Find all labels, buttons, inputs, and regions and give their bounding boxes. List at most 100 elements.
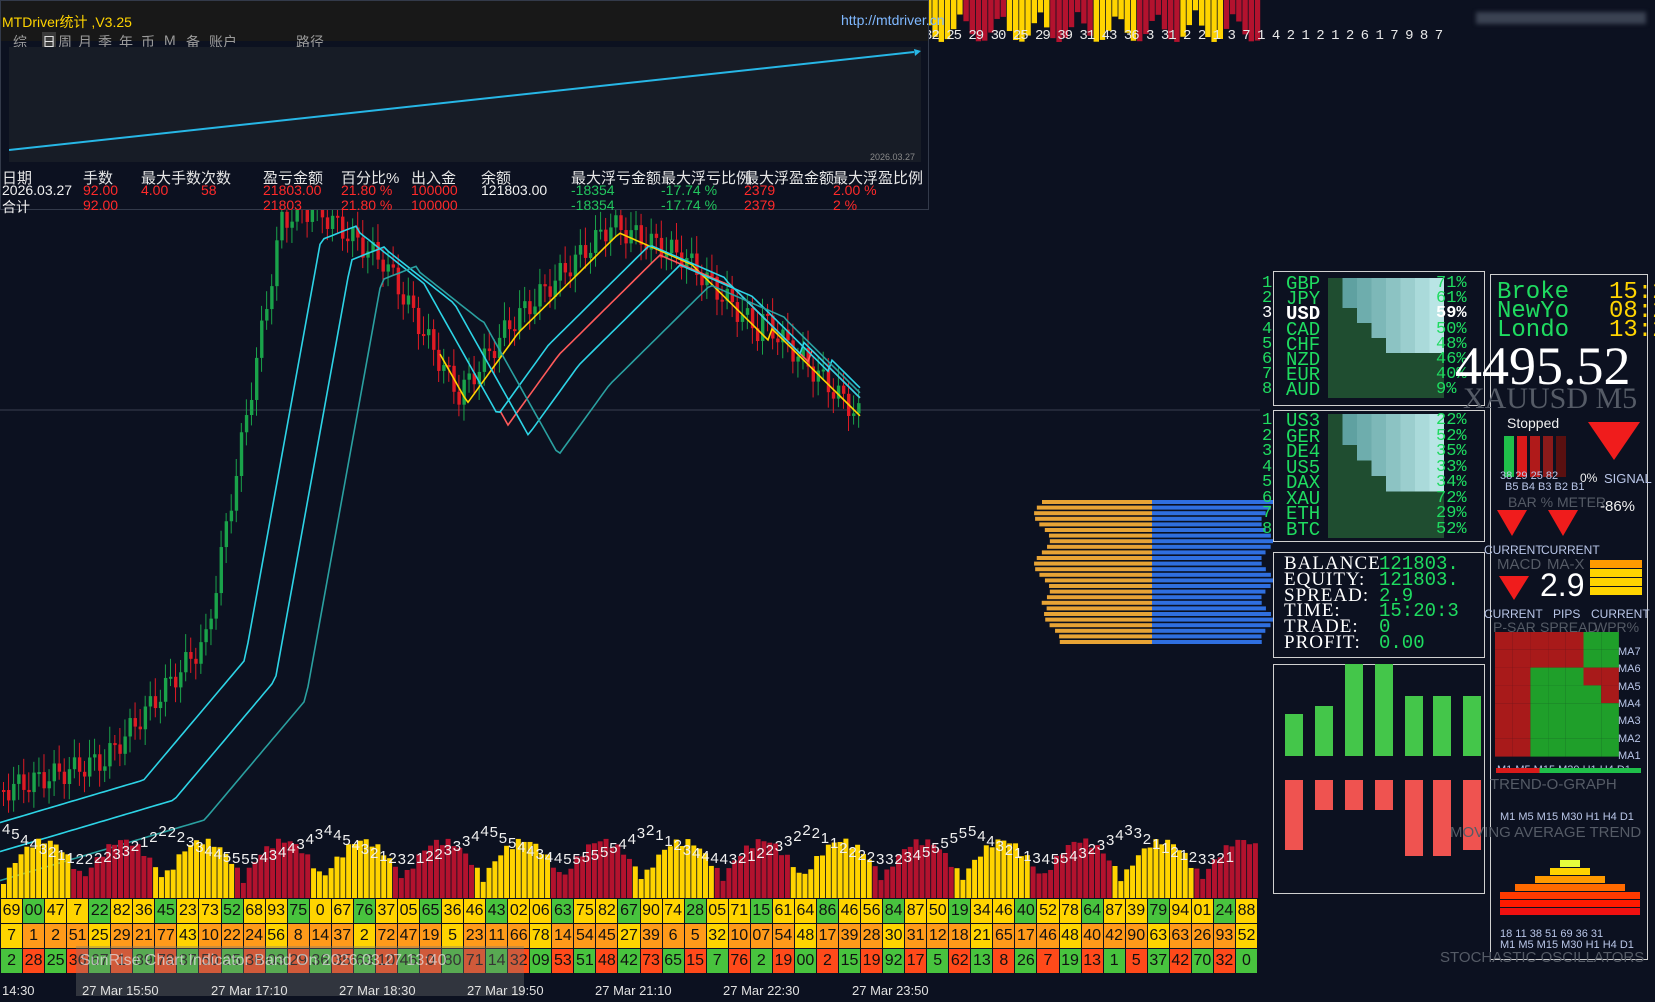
ma-label: MA5 [1618,680,1641,693]
profile-buy [1152,578,1273,583]
strip-bar [1118,0,1124,20]
stats-panel: MTDriver统计 ,V3.25 http://mtdriver.cn 综日周… [0,0,944,215]
volume-number: 4 [2,821,11,838]
heat-cell [1400,353,1415,368]
heat-cell [1342,476,1357,492]
candle [396,267,401,295]
heat-cell [1386,338,1401,353]
moving-averages [0,225,861,882]
grid-cell: 52 [1037,899,1059,923]
profile-buy [1152,505,1271,510]
candle [543,284,547,287]
candle [113,743,117,746]
volume-bar [714,867,720,898]
grid-cell: 15 [750,899,772,923]
volume-number: 4 [333,827,342,844]
strip-bar [1155,0,1161,15]
heat-cell [1371,445,1386,461]
strip-bar [1230,0,1236,15]
ma-heat-cell [1548,685,1566,704]
ma-heat-cell [1530,667,1549,686]
heat-cell [1357,429,1372,445]
volume-bar [1030,866,1036,898]
heat-cell [1386,429,1401,445]
profile-sell [1049,539,1152,544]
volume-bar [632,866,638,898]
grid-cell: 2 [353,924,375,948]
volume-number: 4 [618,836,627,853]
profile-sell [1036,505,1152,510]
stats-cell: 2 % [833,197,858,213]
candle [391,264,396,268]
grid-cell: 30 [883,924,905,948]
grid-cell: 69 [1,899,23,923]
strip-bar [1081,0,1087,24]
ma-heat-cell [1583,667,1602,686]
oscillator-bar [1500,908,1640,915]
volume-number: 3 [636,825,646,842]
graph-date: 2026.03.27 [870,152,916,162]
heat-cell [1357,445,1372,461]
grid-cell: 29 [111,924,133,948]
heat-cell [1357,353,1372,368]
volume-bar [942,853,948,898]
ma-heat-cell [1530,721,1549,739]
volume-bar [71,868,77,898]
volume-bar [1036,873,1042,898]
candle [502,320,507,338]
volume-number: 2 [1216,850,1225,867]
grid-cell: 40 [1015,899,1037,923]
stats-cell: 4.00 [141,182,169,198]
profile-buy [1152,606,1266,611]
heat-cell [1415,522,1430,538]
signal-label: SIGNAL [1604,471,1652,486]
profile-sell [1049,623,1152,628]
volume-number: 3 [876,851,885,868]
heat-cell [1386,383,1401,398]
heat-cell [1400,368,1415,383]
grid-cell: 46 [464,899,486,923]
volume-bar [814,856,820,898]
candle [831,392,836,399]
heat-cell [1342,460,1357,476]
heat-cell [1328,278,1343,293]
grid-cell: 61 [772,899,794,923]
candle [513,329,517,332]
volume-number: 4 [912,847,922,864]
heat-cell [1342,368,1357,383]
heat-cell [1400,491,1415,507]
candle [766,313,770,316]
grid-cell: 02 [508,899,530,923]
strip-bar [1006,0,1013,32]
grid-cell: 7 [67,899,89,923]
volume-number: 4 [287,840,296,857]
heat-cell [1357,368,1372,383]
heat-cell [1328,522,1343,538]
ma-heat-cell [1495,667,1513,686]
ma-heat-cell [1565,738,1584,757]
volume-profile [1034,500,1273,644]
volume-number: 4 [480,823,489,840]
volume-bar [240,882,246,898]
volume-bar [1042,873,1048,898]
volume-bar [1112,866,1118,898]
grid-cell: 0 [1235,949,1257,973]
stats-url-link[interactable]: http://mtdriver.cn [841,12,944,28]
stats-tab[interactable]: M [164,32,176,48]
grid-cell: 2 [816,949,838,973]
grid-cell: 51 [574,949,596,973]
volume-number: 5 [508,835,517,852]
currency-percent: 9% [1436,380,1457,400]
grid-cell: 52 [1235,924,1257,948]
volume-number: 2 [84,851,94,868]
candle [735,302,740,322]
heat-cell [1415,445,1430,461]
grid-cell: 22 [221,924,243,948]
heat-cell [1400,507,1415,523]
grid-cell: 93 [1213,924,1235,948]
heat-cell [1328,476,1343,492]
volume-number: 3 [1106,832,1115,849]
volume-number: 3 [195,839,204,856]
volume-bar [1118,881,1124,898]
heat-cell [1342,353,1357,368]
